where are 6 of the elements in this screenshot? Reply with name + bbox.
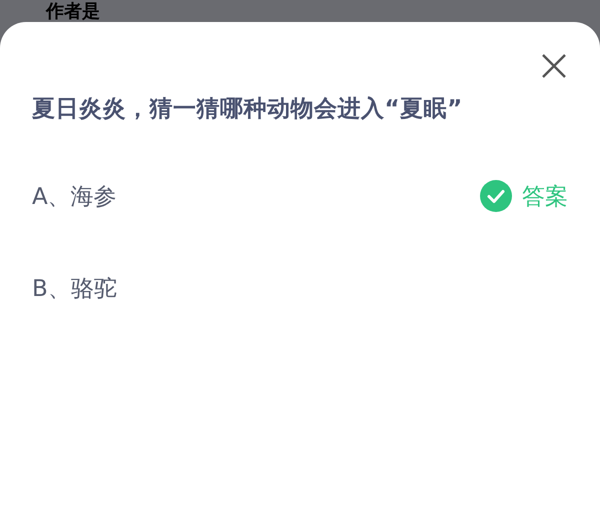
option-text[interactable]: B、骆驼 — [32, 272, 117, 304]
answer-label: 答案 — [522, 182, 568, 212]
question-text: 夏日炎炎，猜一猜哪种动物会进入“夏眠” — [32, 95, 464, 124]
close-icon[interactable] — [541, 53, 567, 79]
background-heading: 作者是 — [46, 2, 100, 22]
option-text[interactable]: A、海参 — [32, 180, 117, 212]
